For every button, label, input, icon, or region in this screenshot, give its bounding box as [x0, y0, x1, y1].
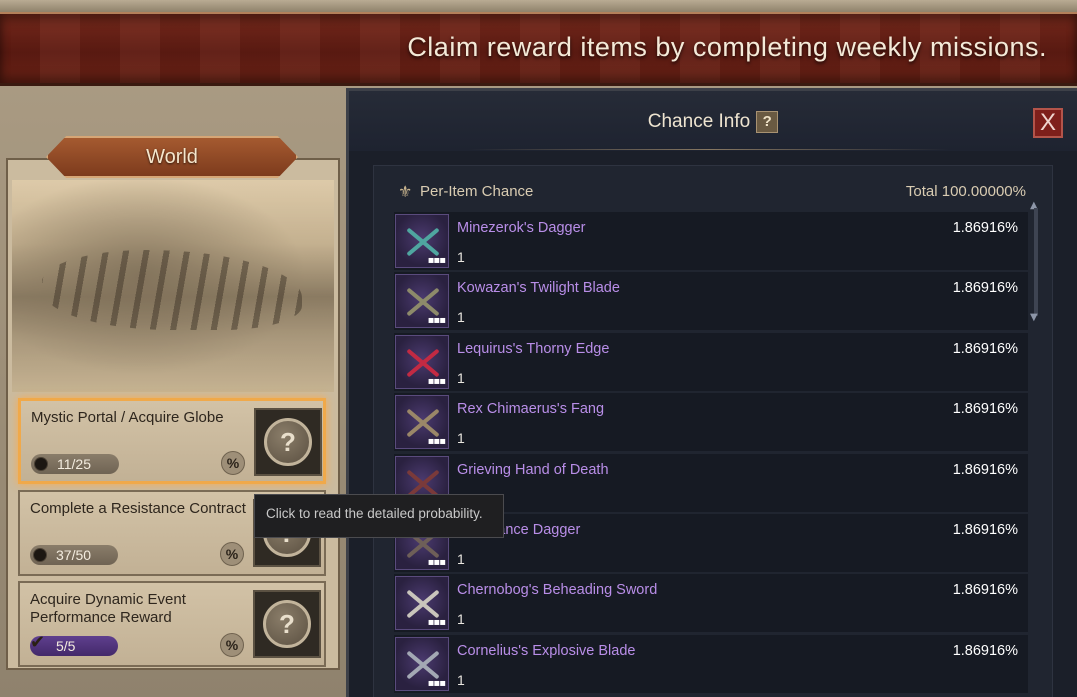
- item-quantity: 1: [457, 551, 465, 567]
- close-button[interactable]: X: [1033, 108, 1063, 138]
- item-row[interactable]: ▪▪▪ Rex Chimaerus's Fang 1 1.86916%: [394, 393, 1028, 452]
- scrollbar[interactable]: [1034, 208, 1038, 316]
- fleur-icon: ⚜: [398, 182, 413, 201]
- item-chance: 1.86916%: [952, 522, 1018, 538]
- item-chance: 1.86916%: [952, 220, 1018, 236]
- item-thumbnail[interactable]: ▪▪▪: [395, 395, 449, 450]
- item-thumbnail[interactable]: ▪▪▪: [395, 214, 449, 268]
- mission-card-dynamic-event[interactable]: Acquire Dynamic Event Performance Reward…: [18, 581, 326, 667]
- list-header-label: Per-Item Chance: [420, 183, 534, 200]
- item-row[interactable]: ▪▪▪ Lequirus's Thorny Edge 1 1.86916%: [394, 332, 1028, 391]
- item-thumbnail[interactable]: ▪▪▪: [395, 334, 449, 389]
- item-chance: 1.86916%: [952, 340, 1018, 357]
- item-thumbnail[interactable]: ▪▪▪: [395, 636, 449, 691]
- world-tab[interactable]: World: [46, 136, 298, 178]
- more-dots-icon: ▪▪▪: [427, 617, 446, 629]
- probability-button[interactable]: %: [220, 633, 244, 657]
- item-name: Lequirus's Thorny Edge: [457, 340, 610, 357]
- item-chance: 1.86916%: [952, 582, 1018, 599]
- mission-progress: 11/25: [31, 454, 119, 474]
- mission-banner: Claim reward items by completing weekly …: [0, 12, 1077, 86]
- progress-dot-icon: [33, 548, 47, 562]
- banner-text: Claim reward items by completing weekly …: [407, 32, 1047, 62]
- item-row[interactable]: ▪▪▪ Cornelius's Explosive Blade 1 1.86916%: [394, 634, 1028, 693]
- more-dots-icon: ▪▪▪: [427, 436, 446, 448]
- item-name: Cornelius's Explosive Blade: [457, 642, 636, 659]
- item-name: Kowazan's Twilight Blade: [457, 280, 620, 297]
- item-name: Grieving Hand of Death: [457, 461, 609, 478]
- item-row[interactable]: ▪▪▪ Chernobog's Beheading Sword 1 1.86916%: [394, 574, 1028, 633]
- mission-progress: ✔ 5/5: [30, 632, 118, 656]
- reward-slot[interactable]: ?: [253, 590, 321, 658]
- per-item-list: ⚜ Per-Item Chance Total 100.00000% ▪▪▪ Mi…: [373, 165, 1053, 697]
- item-quantity: 1: [457, 309, 465, 326]
- mission-title: Complete a Resistance Contract: [30, 500, 246, 517]
- more-dots-icon: ▪▪▪: [427, 677, 446, 689]
- item-quantity: 1: [457, 611, 465, 628]
- item-chance: 1.86916%: [952, 401, 1018, 418]
- progress-value: 37/50: [56, 547, 92, 563]
- more-dots-icon: ▪▪▪: [427, 557, 446, 568]
- progress-dot-icon: [34, 457, 48, 471]
- progress-value: 11/25: [57, 456, 91, 472]
- chance-info-title: Chance Info?: [349, 111, 1077, 133]
- scroll-down-arrow-icon[interactable]: ▼: [1030, 312, 1038, 323]
- more-dots-icon: ▪▪▪: [427, 255, 446, 266]
- header-divider: [469, 149, 949, 150]
- world-image: [12, 180, 334, 392]
- mission-card-mystic-portal[interactable]: Mystic Portal / Acquire Globe 11/25 % ?: [18, 398, 326, 484]
- question-icon: ?: [263, 600, 311, 648]
- mission-progress: 37/50: [30, 545, 118, 565]
- item-name: Chernobog's Beheading Sword: [457, 582, 658, 599]
- item-row[interactable]: ▪▪▪ Kowazan's Twilight Blade 1 1.86916%: [394, 272, 1028, 331]
- help-icon[interactable]: ?: [756, 111, 779, 133]
- item-name: Minezerok's Dagger: [457, 220, 586, 236]
- item-row[interactable]: ▪▪▪ Minezerok's Dagger 1 1.86916%: [394, 212, 1028, 270]
- probability-button[interactable]: %: [221, 451, 245, 475]
- item-chance: 1.86916%: [952, 642, 1018, 659]
- item-thumbnail[interactable]: ▪▪▪: [395, 576, 449, 631]
- mission-title: Acquire Dynamic Event Performance Reward: [30, 591, 186, 626]
- reward-slot[interactable]: ?: [254, 408, 322, 476]
- item-quantity: 1: [457, 249, 465, 265]
- question-icon: ?: [264, 418, 312, 466]
- item-chance: 1.86916%: [952, 280, 1018, 297]
- probability-tooltip: Click to read the detailed probability.: [254, 494, 504, 538]
- item-thumbnail[interactable]: ▪▪▪: [395, 274, 449, 329]
- item-quantity: 1: [457, 671, 465, 688]
- progress-value: 5/5: [56, 638, 76, 654]
- checkmark-icon: ✔: [30, 632, 46, 652]
- more-dots-icon: ▪▪▪: [427, 375, 446, 387]
- chance-info-header: Chance Info? X: [349, 91, 1077, 151]
- chance-info-title-text: Chance Info: [647, 111, 751, 132]
- chance-info-panel: Chance Info? X ⚜ Per-Item Chance Total 1…: [346, 88, 1077, 697]
- mission-title: Mystic Portal / Acquire Globe: [31, 409, 224, 426]
- probability-button[interactable]: %: [220, 542, 244, 566]
- more-dots-icon: ▪▪▪: [427, 315, 446, 327]
- item-chance: 1.86916%: [952, 461, 1018, 478]
- top-strip: [0, 0, 1077, 12]
- item-quantity: 1: [457, 430, 465, 447]
- item-quantity: 1: [457, 369, 465, 386]
- list-header-total: Total 100.00000%: [905, 183, 1026, 200]
- item-name: Rex Chimaerus's Fang: [457, 401, 605, 418]
